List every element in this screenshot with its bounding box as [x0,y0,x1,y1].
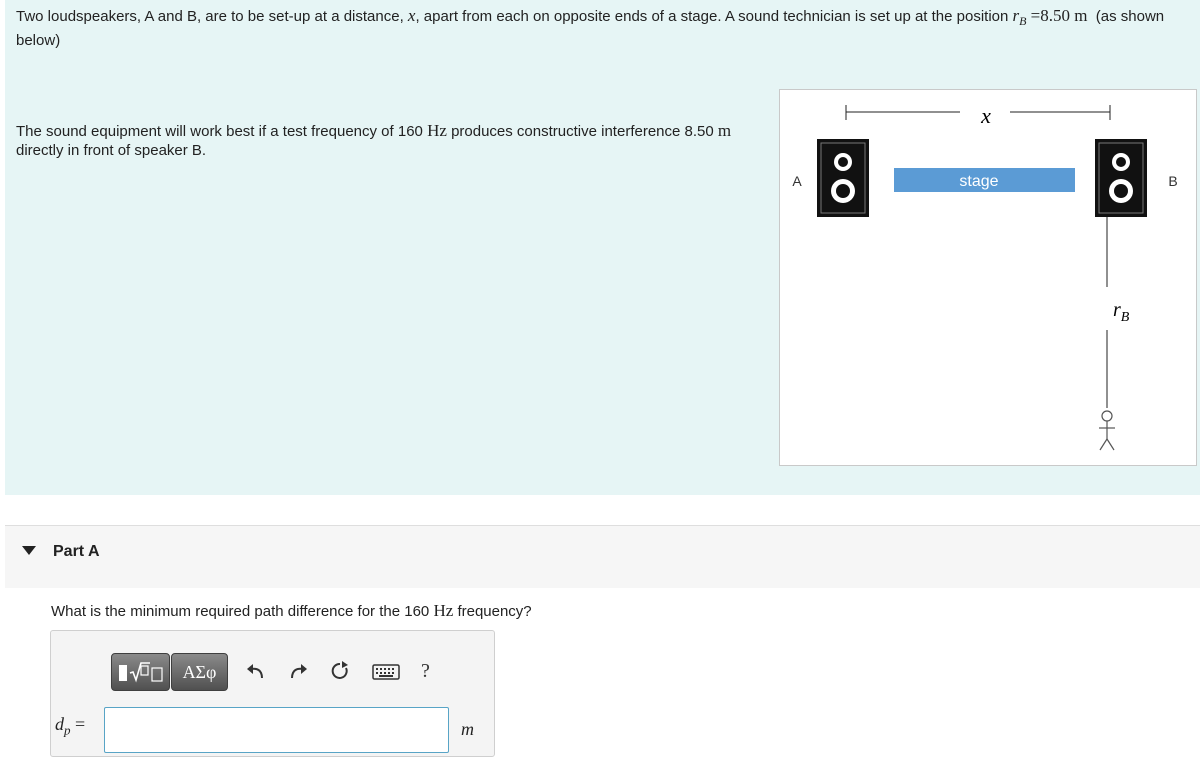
rb-label: rB [1113,299,1130,325]
reset-icon[interactable] [330,661,350,681]
collapse-caret-icon[interactable] [22,546,36,555]
answer-unit: m [461,719,474,739]
part-title: Part A [53,543,100,560]
question-text: What is the minimum required path differ… [51,601,532,620]
speaker-diagram: x A stage B rB [779,89,1197,466]
keyboard-icon[interactable] [372,664,400,680]
technician-icon [1099,410,1115,451]
templates-icon [118,662,163,683]
speaker-b-icon [1095,139,1147,217]
speaker-a-icon [817,139,869,217]
part-header[interactable] [5,526,1200,588]
help-button[interactable]: ? [421,660,430,683]
problem-text-1: Two loudspeakers, A and B, are to be set… [16,6,1165,49]
problem-text-2: The sound equipment will work best if a … [16,121,732,159]
greek-symbols-button[interactable]: ΑΣφ [171,653,228,691]
templates-button[interactable] [111,653,170,691]
redo-icon[interactable] [288,661,308,681]
x-label: x [980,103,991,128]
answer-variable-label: dp = [55,714,86,738]
answer-panel: ΑΣφ ? dp = m [50,630,495,757]
stage-label: stage [959,173,998,190]
speaker-b-label: B [1168,173,1177,189]
answer-input[interactable] [104,707,449,753]
undo-icon[interactable] [246,661,266,681]
speaker-a-label: A [792,173,802,189]
